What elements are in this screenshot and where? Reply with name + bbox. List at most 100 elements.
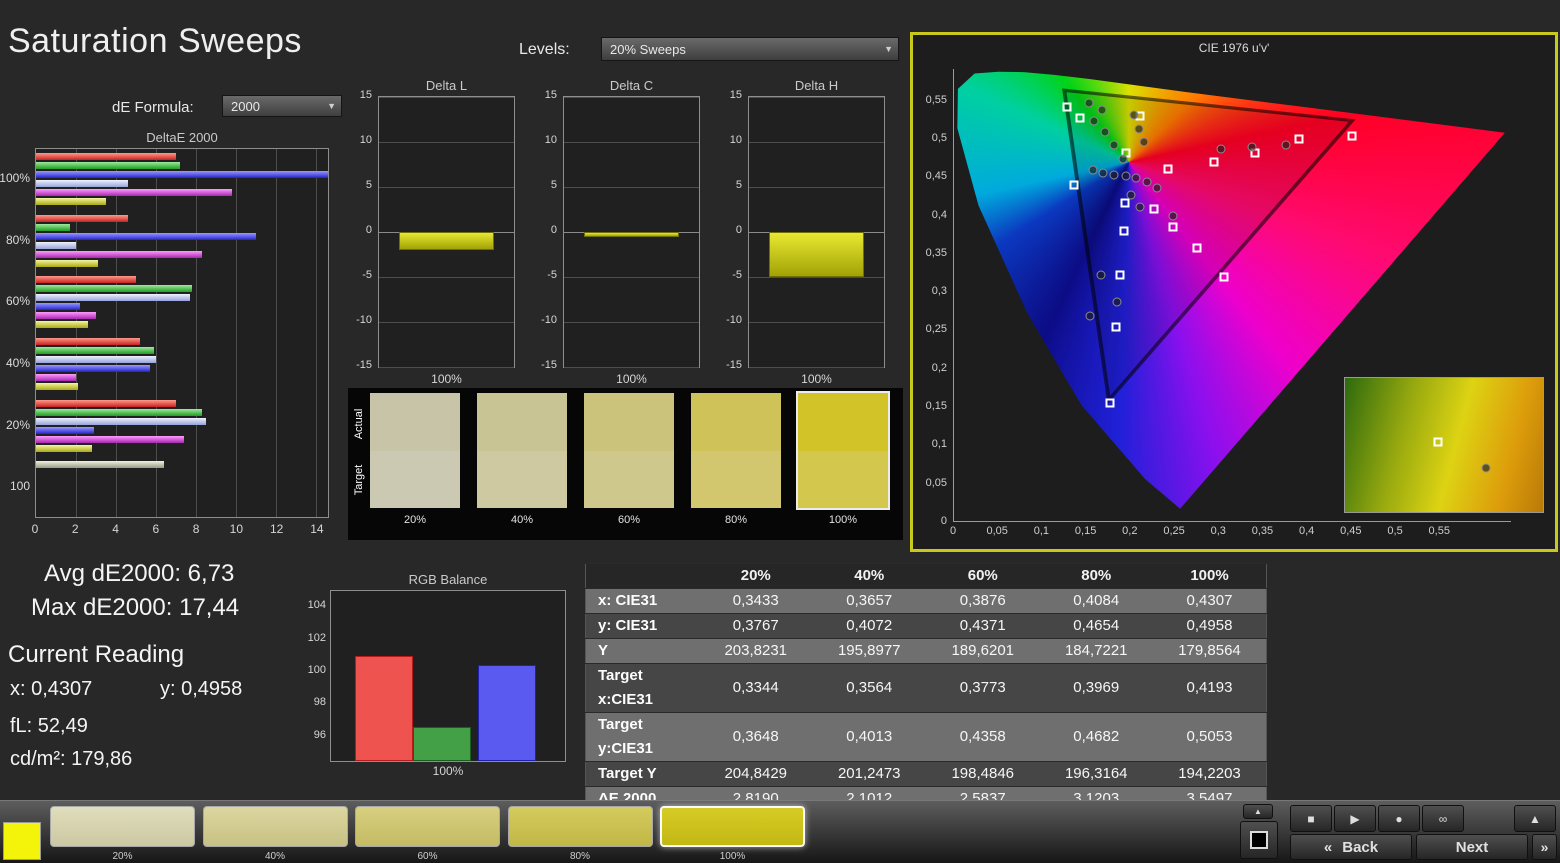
display-icon — [1250, 831, 1268, 849]
table-cell: 0,4358 — [926, 712, 1040, 762]
next-chevron-button[interactable]: » — [1532, 834, 1557, 860]
cie-measured-point — [1109, 140, 1119, 150]
deltae-bar-paleblue — [36, 417, 206, 425]
deltae-bar-magenta — [36, 435, 184, 443]
deltae-bar-magenta — [36, 250, 202, 258]
loop-button[interactable]: ∞ — [1422, 805, 1464, 832]
stop-icon: ■ — [1307, 811, 1315, 826]
deltae-bar-green — [36, 285, 192, 293]
eject-button[interactable]: ▲ — [1514, 805, 1556, 832]
de-formula-select[interactable]: 2000 ▼ — [222, 95, 342, 117]
table-cell: 0,3648 — [699, 712, 813, 762]
cie-target-point — [1168, 222, 1178, 232]
rgb-y-axis-labels: 104 102 100 98 96 — [298, 590, 328, 762]
axis-tick-label: -15 — [356, 359, 372, 371]
back-button[interactable]: « Back — [1290, 834, 1412, 860]
cie-x-axis-labels: 0 0,05 0,1 0,15 0,2 0,25 0,3 0,35 0,4 0,45 0,5 0,55 — [949, 525, 1510, 539]
reading-x: x: 0,4307 — [10, 678, 93, 700]
record-icon: ● — [1395, 811, 1403, 826]
gridline — [564, 277, 699, 278]
table-cell: 184,7221 — [1039, 638, 1153, 664]
swatch-40%[interactable] — [477, 393, 567, 508]
cie-measured-point — [1126, 190, 1136, 200]
axis-tick-label: 12 — [269, 522, 284, 536]
axis-tick-label: 15 — [729, 89, 742, 101]
axis-tick-label: 0 — [735, 224, 742, 236]
deltae-bar-red — [36, 399, 176, 407]
levels-select[interactable]: 20% Sweeps ▼ — [601, 37, 899, 61]
axis-tick-label: -5 — [547, 269, 557, 281]
cie-measured-point — [1142, 177, 1152, 187]
deltae-bar-red — [36, 276, 136, 284]
axis-tick-label: 0 — [365, 224, 372, 236]
deltae-y-axis-labels: 100% 80% 60% 40% 20% 100 — [0, 148, 32, 518]
gridline — [379, 322, 514, 323]
delta-h-x-label: 100% — [801, 372, 832, 386]
saturation-patch-100%[interactable] — [660, 806, 805, 847]
saturation-patch-60%[interactable] — [355, 806, 500, 847]
deltae-bar-red — [36, 338, 140, 345]
delta-value-bar — [584, 232, 679, 238]
next-button[interactable]: Next — [1416, 834, 1528, 860]
avg-de2000: Avg dE2000: 6,73 — [44, 560, 235, 587]
delta-h-title: Delta H — [794, 78, 839, 93]
stop-button[interactable]: ■ — [1290, 805, 1332, 832]
cie-chart-title: CIE 1976 u'v' — [1198, 41, 1270, 55]
deltae-bar-red — [36, 214, 128, 222]
delta-c-chart: Delta C 100% 15 10 5 0 -5 -10 -15 — [529, 78, 700, 386]
bottom-toolbar: 20% 40% 60% 80% 100% ▲ ■ ▶ ● ∞ ▲ « Back Next » — [0, 800, 1560, 863]
axis-group-label: 60% — [5, 294, 30, 309]
table-cell: 0,4958 — [1153, 613, 1267, 639]
swatch-20%[interactable] — [370, 393, 460, 508]
axis-tick-label: 0,45 — [1340, 525, 1362, 537]
cie-target-point — [1119, 226, 1129, 236]
saturation-patch-80%[interactable] — [507, 806, 653, 847]
record-button[interactable]: ● — [1378, 805, 1420, 832]
swatch-80%[interactable] — [691, 393, 781, 508]
axis-tick-label: 8 — [192, 522, 200, 536]
axis-tick-label: 0 — [949, 525, 957, 537]
next-label: Next — [1455, 838, 1489, 856]
deltae-bar-yellow — [36, 321, 88, 329]
table-row: Target Y 204,8429 201,2473 198,4846 196,3164… — [585, 761, 1267, 787]
axis-tick-label: -15 — [726, 359, 742, 371]
swatch-100%[interactable] — [796, 391, 890, 510]
saturation-patch-20%[interactable] — [50, 806, 195, 847]
axis-tick-label: 0,25 — [1163, 525, 1185, 537]
table-cell: 196,3164 — [1039, 761, 1153, 787]
collapse-button[interactable]: ▲ — [1243, 804, 1273, 819]
table-cell: 0,3773 — [926, 663, 1040, 713]
table-row: Y 203,8231 195,8977 189,6201 184,7221 179,856… — [585, 638, 1267, 664]
deltae-bar-blue — [36, 365, 150, 372]
axis-tick-label: 0,3 — [931, 285, 947, 298]
table-header: 20% 40% 60% 80% 100% — [585, 563, 1267, 589]
cie-target-point — [1294, 134, 1304, 144]
deltae-x-axis-labels: 0 2 4 6 8 10 12 14 — [32, 522, 329, 536]
axis-tick-label: 6 — [152, 522, 160, 536]
measurement-table: 20% 40% 60% 80% 100% x: CIE31 0,3433 0,3657 0,3… — [585, 563, 1267, 837]
gridline — [749, 97, 884, 98]
saturation-patch-40%[interactable] — [202, 806, 348, 847]
table-cell: 0,3969 — [1039, 663, 1153, 713]
cie-target-point — [1105, 398, 1115, 408]
display-window-button[interactable] — [1240, 821, 1278, 859]
deltae-bar-blue — [36, 232, 256, 240]
table-cell: 203,8231 — [699, 638, 813, 664]
axis-tick-label: -5 — [362, 269, 372, 281]
axis-tick-label: 0,4 — [1298, 525, 1315, 537]
axis-tick-label: 10 — [229, 522, 244, 536]
cie-measured-point — [1131, 173, 1141, 183]
table-cell: 204,8429 — [699, 761, 813, 787]
target-row-label: Target — [353, 464, 365, 496]
axis-group-label: 40% — [5, 355, 30, 370]
play-button[interactable]: ▶ — [1334, 805, 1376, 832]
target-swatch — [584, 450, 674, 508]
cie-measured-point — [1168, 211, 1178, 221]
actual-swatch — [370, 393, 460, 451]
axis-tick-label: 15 — [544, 89, 557, 101]
current-color-swatch — [3, 822, 41, 860]
chevron-right-icon: » — [1540, 839, 1549, 855]
swatch-60%[interactable] — [584, 393, 674, 508]
deltae-bar-blue — [36, 171, 328, 178]
table-cell: 179,8564 — [1153, 638, 1267, 664]
